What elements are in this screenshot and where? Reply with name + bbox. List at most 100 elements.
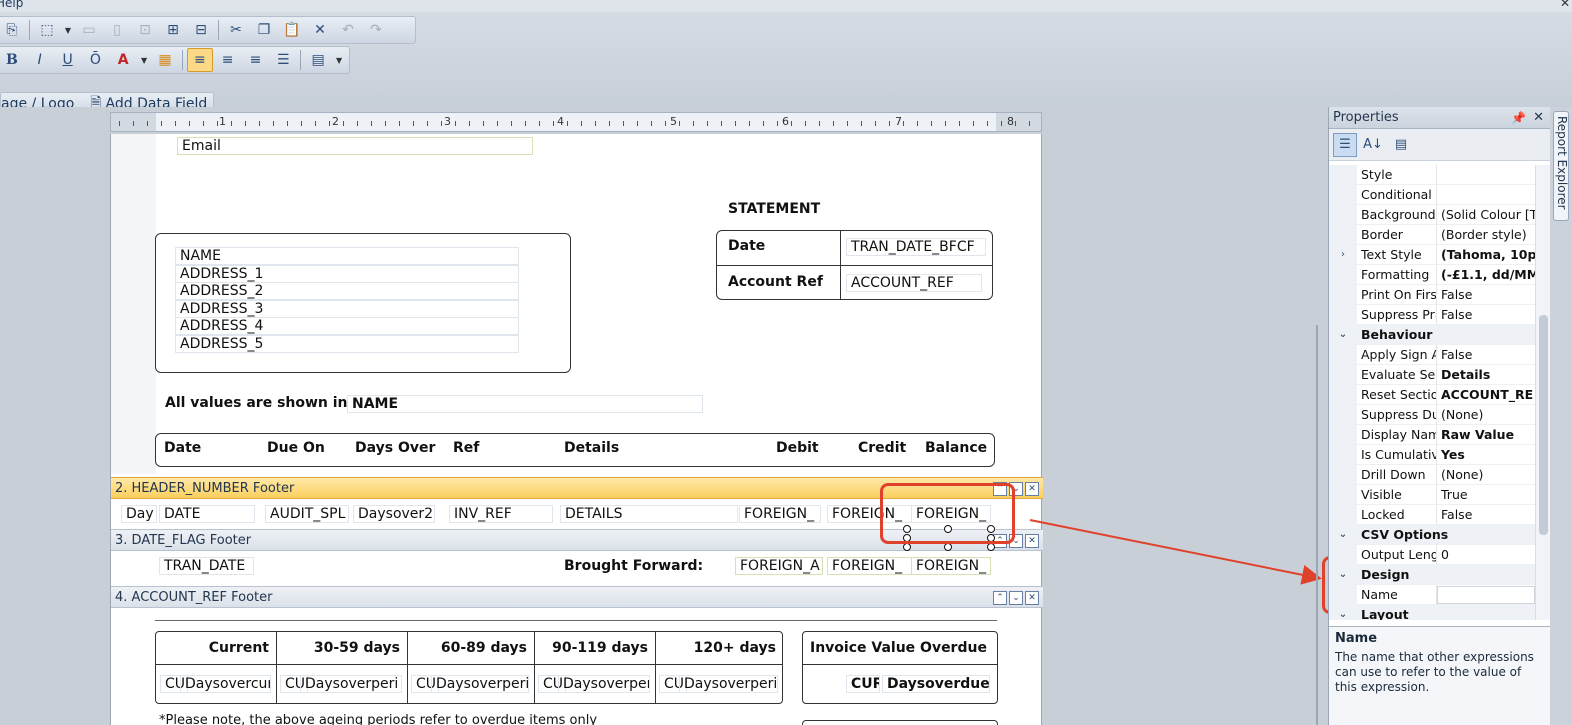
- categorized-icon[interactable]: ☰: [1333, 132, 1357, 157]
- column-header[interactable]: Details: [564, 440, 619, 456]
- address-field[interactable]: ADDRESS_1: [175, 264, 519, 283]
- font-color-button[interactable]: A: [110, 48, 136, 72]
- copy-icon[interactable]: ❐: [251, 18, 277, 42]
- expand-down-icon[interactable]: ⌄: [1009, 591, 1023, 605]
- selection-handle[interactable]: [903, 543, 911, 551]
- column-header[interactable]: Balance: [925, 440, 987, 456]
- account-ref-field[interactable]: ACCOUNT_REF: [846, 274, 982, 292]
- address-field[interactable]: ADDRESS_2: [175, 282, 519, 301]
- property-value[interactable]: False: [1437, 285, 1535, 304]
- collapse-chevron-icon[interactable]: ⌄: [1329, 325, 1357, 344]
- align-left-text-icon[interactable]: ≡: [186, 48, 213, 72]
- selection-handle[interactable]: [987, 543, 995, 551]
- property-value[interactable]: (None): [1437, 465, 1535, 484]
- property-row[interactable]: Reset SectionACCOUNT_RE: [1329, 385, 1535, 405]
- column-header[interactable]: Credit: [858, 440, 906, 456]
- property-row[interactable]: ⌄ CSV Options: [1329, 525, 1535, 545]
- detail-field[interactable]: FOREIGN_: [739, 505, 821, 523]
- column-header[interactable]: Ref: [453, 440, 479, 456]
- property-row[interactable]: Name: [1329, 585, 1535, 605]
- property-grid-scrollbar[interactable]: [1535, 165, 1551, 620]
- align-center-text-icon[interactable]: ≡: [215, 48, 241, 72]
- column-header[interactable]: Days Over: [355, 440, 435, 456]
- property-value[interactable]: [1437, 586, 1535, 604]
- group-icon[interactable]: ⊡: [132, 18, 158, 42]
- account-ref-label[interactable]: Account Ref: [728, 274, 823, 290]
- property-row[interactable]: Border (Border style): [1329, 225, 1535, 245]
- dropdown-arrow-icon[interactable]: ▼: [138, 48, 150, 72]
- detail-field[interactable]: Day: [121, 505, 157, 523]
- panel-splitter[interactable]: [1316, 325, 1318, 725]
- copy-format-icon[interactable]: ⎘: [0, 18, 25, 42]
- align-right-text-icon[interactable]: ≡: [243, 48, 269, 72]
- property-value[interactable]: Yes: [1437, 445, 1535, 464]
- ageing-note[interactable]: *Please note, the above ageing periods r…: [159, 713, 597, 725]
- align-top-icon[interactable]: ▭: [76, 18, 102, 42]
- underline-button[interactable]: U: [55, 48, 81, 72]
- property-row[interactable]: ⌄ Behaviour: [1329, 325, 1535, 345]
- brought-forward-field[interactable]: FOREIGN_A: [735, 557, 823, 575]
- property-row[interactable]: Is CumulativeYes: [1329, 445, 1535, 465]
- property-value[interactable]: (None): [1437, 405, 1535, 424]
- align-left-icon[interactable]: ▯: [104, 18, 130, 42]
- property-value[interactable]: False: [1437, 505, 1535, 524]
- color-palette-icon[interactable]: ▦: [152, 48, 178, 72]
- invoice-value-overdue-label[interactable]: Invoice Value Overdue: [810, 640, 987, 656]
- column-header[interactable]: Due On: [267, 440, 325, 456]
- property-row[interactable]: Evaluate SectDetails: [1329, 365, 1535, 385]
- ageing-header[interactable]: 60-89 days: [407, 640, 527, 656]
- currency-name-field[interactable]: NAME: [347, 395, 703, 413]
- dropdown-arrow-icon[interactable]: ▼: [333, 48, 345, 72]
- band-close-icon[interactable]: ✕: [1025, 482, 1039, 496]
- property-row[interactable]: › Text Style (Tahoma, 10p: [1329, 245, 1535, 265]
- menu-help[interactable]: Help: [0, 0, 23, 10]
- address-field[interactable]: ADDRESS_5: [175, 335, 519, 353]
- ageing-value-field[interactable]: Daysoverperi: [679, 675, 778, 693]
- property-value[interactable]: False: [1437, 305, 1535, 324]
- property-value[interactable]: True: [1437, 485, 1535, 504]
- overdue-currency-field[interactable]: CUR: [846, 675, 880, 693]
- property-pages-icon[interactable]: ▤: [1389, 133, 1413, 157]
- overdue-value-field[interactable]: Daysoverdue: [882, 675, 990, 693]
- property-value[interactable]: (Tahoma, 10p: [1437, 245, 1535, 264]
- property-value[interactable]: (Border style): [1437, 225, 1535, 244]
- date-label[interactable]: Date: [728, 238, 765, 254]
- pin-icon[interactable]: 📌: [1511, 107, 1526, 129]
- email-field[interactable]: Email: [177, 137, 533, 155]
- collapse-chevron-icon[interactable]: ⌄: [1329, 605, 1357, 620]
- cut-icon[interactable]: ✂: [223, 18, 249, 42]
- statement-title[interactable]: STATEMENT: [728, 201, 820, 217]
- band-close-icon[interactable]: ✕: [1025, 591, 1039, 605]
- ageing-header[interactable]: 120+ days: [655, 640, 776, 656]
- date-field[interactable]: TRAN_DATE_BFCF: [846, 238, 986, 256]
- brought-forward-field[interactable]: FOREIGN_: [911, 557, 991, 575]
- ageing-header[interactable]: 90-119 days: [534, 640, 648, 656]
- justify-text-icon[interactable]: ☰: [270, 48, 296, 72]
- report-explorer-tab[interactable]: Report Explorer: [1553, 111, 1569, 221]
- ageing-value-field[interactable]: Daysovercurr: [180, 675, 271, 693]
- brought-forward-field[interactable]: FOREIGN_: [827, 557, 913, 575]
- property-row[interactable]: Style: [1329, 165, 1535, 185]
- close-icon[interactable]: ✕: [1533, 107, 1544, 129]
- sort-alphabetical-icon[interactable]: A↓: [1361, 133, 1385, 157]
- property-value[interactable]: Raw Value: [1437, 425, 1535, 444]
- dropdown-arrow-icon[interactable]: ▼: [62, 18, 74, 42]
- redo-icon[interactable]: ↷: [363, 18, 389, 42]
- list-format-icon[interactable]: ▤: [305, 48, 331, 72]
- property-row[interactable]: Display NameRaw Value: [1329, 425, 1535, 445]
- brought-forward-label[interactable]: Brought Forward:: [564, 558, 703, 574]
- property-value[interactable]: (-£1.1, dd/MM: [1437, 265, 1535, 284]
- scroll-thumb[interactable]: [1539, 315, 1548, 535]
- detail-field[interactable]: AUDIT_SPL: [265, 505, 349, 523]
- collapse-up-icon[interactable]: ⌃: [993, 591, 1007, 605]
- paste-icon[interactable]: 📋: [279, 18, 305, 42]
- column-header[interactable]: Debit: [776, 440, 819, 456]
- detail-field[interactable]: Daysover2: [353, 505, 435, 523]
- band-account-ref-footer[interactable]: 4. ACCOUNT_REF Footer ⌃ ⌄ ✕: [111, 586, 1043, 608]
- ageing-value-field[interactable]: Daysoverperi: [431, 675, 529, 693]
- property-row[interactable]: Conditional Fo: [1329, 185, 1535, 205]
- property-row[interactable]: Background (Solid Colour [Tr: [1329, 205, 1535, 225]
- address-field[interactable]: ADDRESS_3: [175, 299, 519, 318]
- property-value[interactable]: (Solid Colour [Tr: [1437, 205, 1535, 224]
- italic-button[interactable]: I: [27, 48, 53, 72]
